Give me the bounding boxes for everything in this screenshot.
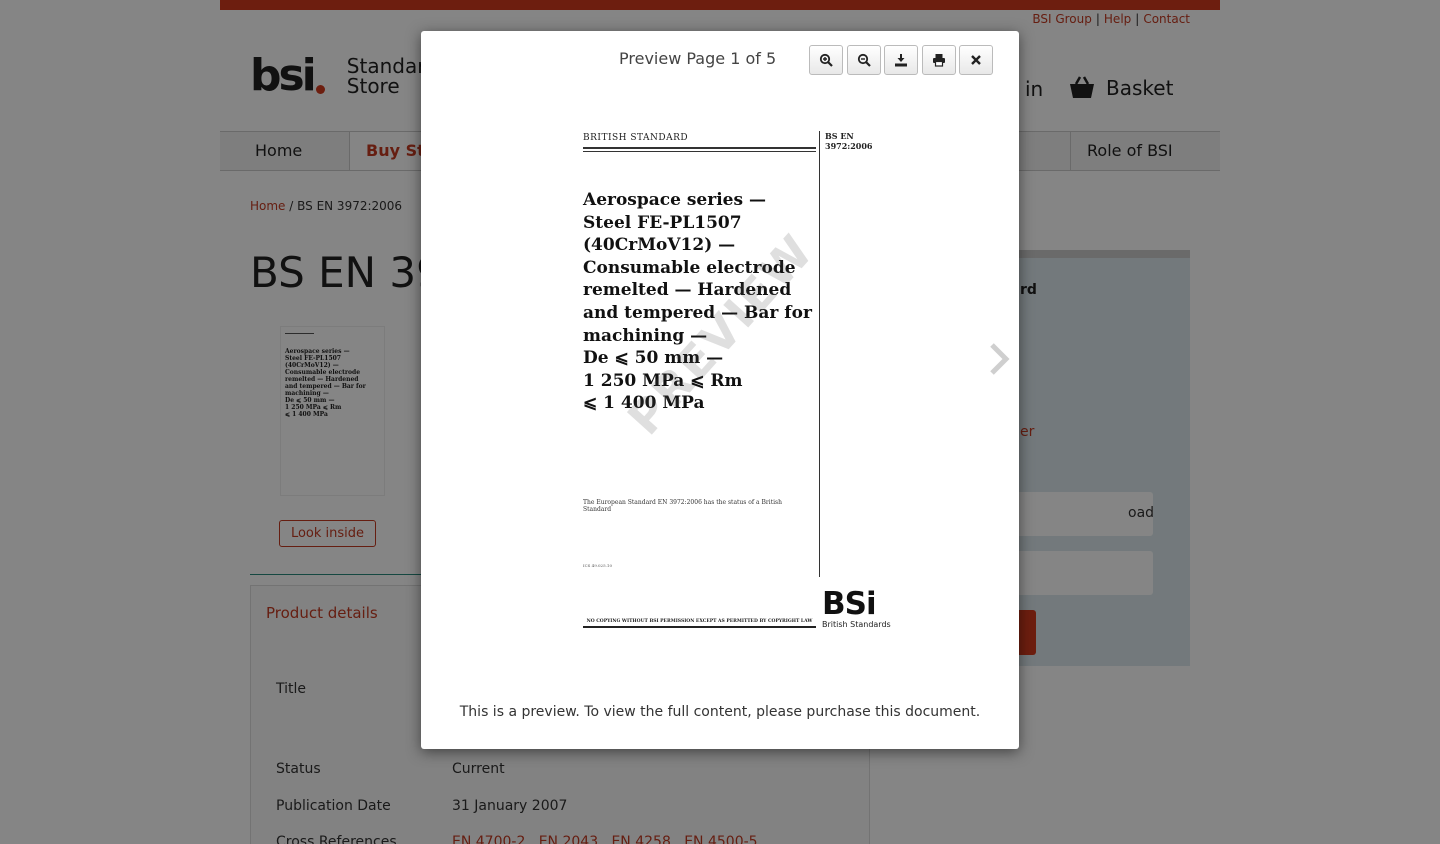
zoom-in-button[interactable] [809, 45, 843, 75]
zoom-out-button[interactable] [846, 45, 881, 75]
close-icon [971, 55, 981, 65]
download-icon [895, 54, 907, 67]
preview-title: Preview Page 1 of 5 [619, 49, 777, 68]
british-standards-logo: BSi British Standards [822, 586, 891, 630]
print-icon [932, 54, 945, 67]
preview-dialog: Preview Page 1 of 5 BRITISH STANDARD BS … [421, 31, 1019, 749]
print-button[interactable] [921, 45, 956, 75]
doc-header: BRITISH STANDARD [583, 133, 689, 143]
preview-toolbar [809, 45, 997, 75]
next-page-button[interactable] [987, 341, 1011, 377]
doc-rule [583, 151, 816, 152]
doc-copyright-notice: NO COPYING WITHOUT BSI PERMISSION EXCEPT… [586, 619, 813, 624]
doc-rule [583, 147, 816, 149]
zoom-out-icon [857, 53, 871, 67]
preview-notice: This is a preview. To view the full cont… [459, 704, 981, 720]
doc-footer-rule [583, 626, 816, 628]
preview-page: BRITISH STANDARD BS EN 3972:2006 Aerospa… [581, 131, 891, 633]
doc-status-text: The European Standard EN 3972:2006 has t… [583, 499, 782, 513]
download-button[interactable] [884, 45, 918, 75]
doc-standard-number: BS EN 3972:2006 [825, 131, 873, 151]
zoom-in-icon [819, 53, 833, 67]
doc-ics: ICS 49.025.10 [583, 563, 613, 568]
close-button[interactable] [959, 45, 993, 75]
chevron-right-icon [990, 343, 1010, 375]
